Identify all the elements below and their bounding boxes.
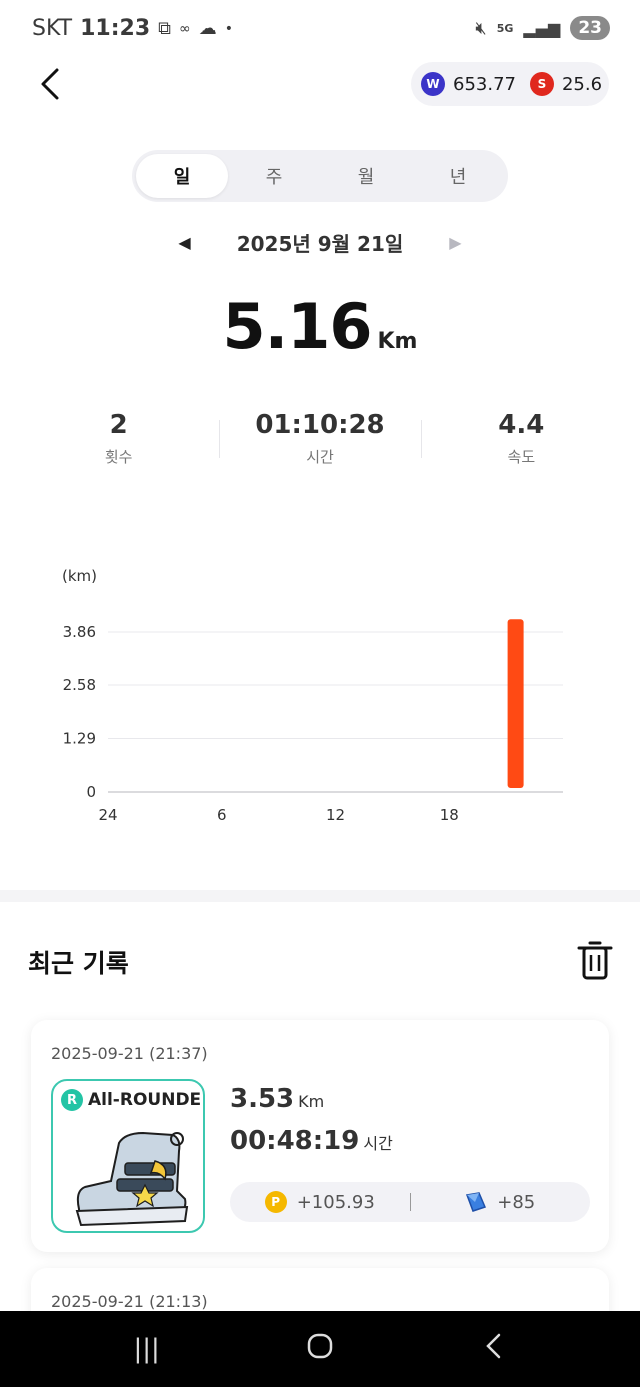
stats-row: 2 횟수 01:10:28 시간 4.4 속도 [18, 410, 622, 467]
x-tick-label: 18 [440, 806, 459, 824]
recent-records-title: 최근 기록 [28, 949, 129, 978]
current-date: 2025년 9월 21일 [236, 231, 404, 256]
x-tick-label: 6 [217, 806, 227, 824]
points-reward: P +105.93 [230, 1191, 410, 1213]
distance-unit: Km [377, 329, 418, 354]
x-tick-label: 12 [326, 806, 345, 824]
shoe-badge: R All-ROUNDE [61, 1089, 201, 1111]
stat-count: 2 횟수 [18, 410, 219, 467]
record-duration-value: 00:48:19 [230, 1126, 360, 1156]
shoe-label: All-ROUNDE [88, 1090, 202, 1110]
p-coin-icon: P [264, 1191, 287, 1213]
back-button[interactable] [30, 62, 70, 106]
w-token-value: 653.77 [453, 73, 516, 95]
gem-value: +85 [497, 1191, 536, 1213]
record-datetime: 2025-09-21 (21:37) [51, 1044, 208, 1063]
record-distance-value: 3.53 [230, 1084, 295, 1114]
tab-month[interactable]: 월 [320, 154, 412, 198]
record-duration-unit: 시간 [363, 1134, 393, 1153]
x-tick-label: 24 [98, 806, 117, 824]
home-icon[interactable] [290, 1332, 350, 1367]
y-axis-label: (km) [62, 567, 97, 585]
battery-indicator: 23 [570, 16, 610, 40]
record-duration: 00:48:19 시간 [230, 1126, 393, 1156]
mute-icon: 🔇︎ [475, 17, 487, 39]
y-tick-label: 3.86 [63, 623, 96, 641]
sneaker-icon [75, 1131, 189, 1227]
points-value: +105.93 [296, 1191, 375, 1213]
stat-speed-label: 속도 [507, 448, 536, 466]
record-distance-unit: Km [298, 1092, 325, 1111]
status-bar-right: 🔇︎ 5G ▂▄▆ 23 [475, 16, 610, 40]
token-balance[interactable]: W 653.77 S 25.6 [411, 62, 609, 106]
dot-icon: • [224, 20, 233, 37]
chevron-left-icon [41, 68, 59, 100]
total-distance: 5.16 Km [0, 290, 640, 363]
screenshot-icon: ⧉ [158, 18, 172, 39]
cloud-icon: ☁ [198, 18, 217, 39]
stat-speed: 4.4 속도 [420, 410, 622, 467]
period-tabs: 일 주 월 년 [132, 150, 508, 202]
distance-chart: (km) 3.86 2.58 1.29 024 6 12 18 [62, 567, 563, 824]
record-card[interactable]: 2025-09-21 (21:37) R All-ROUNDE 3.53 Km 0… [31, 1020, 609, 1252]
record-distance: 3.53 Km [230, 1084, 324, 1114]
w-token-icon: W [421, 72, 445, 96]
y-tick-label: 0 [86, 783, 96, 801]
gem-icon [466, 1192, 487, 1212]
shoe-image[interactable]: R All-ROUNDE [51, 1079, 205, 1233]
clock: 11:23 [80, 16, 151, 41]
stat-time: 01:10:28 시간 [219, 410, 420, 467]
distance-value: 5.16 [222, 290, 373, 363]
stat-time-value: 01:10:28 [255, 410, 385, 440]
triangle-left-icon[interactable]: ◀ [178, 233, 190, 252]
tab-day[interactable]: 일 [136, 154, 228, 198]
record-rewards: P +105.93 +85 [230, 1182, 590, 1222]
stat-speed-value: 4.4 [498, 410, 545, 440]
app-icon: ∞ [179, 20, 191, 37]
s-token-value: 25.6 [561, 73, 603, 95]
gem-reward: +85 [411, 1191, 591, 1213]
system-nav-bar: ||| [0, 1311, 640, 1387]
network-label: 5G [496, 21, 514, 35]
record-datetime: 2025-09-21 (21:13) [51, 1292, 208, 1311]
stat-count-label: 횟수 [104, 448, 133, 466]
chart-bar [507, 619, 524, 788]
y-tick-label: 1.29 [63, 730, 96, 748]
status-bar-left: SKT 11:23 ⧉ ∞ ☁ • [32, 16, 233, 41]
delete-button[interactable] [576, 940, 614, 982]
s-token-icon: S [529, 72, 554, 96]
back-nav-icon[interactable] [463, 1332, 523, 1367]
tab-year[interactable]: 년 [412, 154, 504, 198]
date-navigator: ◀ 2025년 9월 21일 ▶ [0, 222, 640, 262]
trash-icon [577, 941, 613, 980]
signal-icon: ▂▄▆ [523, 18, 561, 38]
carrier: SKT [32, 16, 73, 41]
recent-apps-icon[interactable]: ||| [117, 1334, 177, 1364]
triangle-right-icon[interactable]: ▶ [449, 233, 461, 252]
stat-count-value: 2 [109, 410, 128, 440]
y-tick-label: 2.58 [63, 676, 96, 694]
stat-time-label: 시간 [306, 448, 334, 466]
tab-week[interactable]: 주 [228, 154, 320, 198]
r-badge-icon: R [61, 1089, 83, 1111]
section-divider [0, 890, 640, 902]
